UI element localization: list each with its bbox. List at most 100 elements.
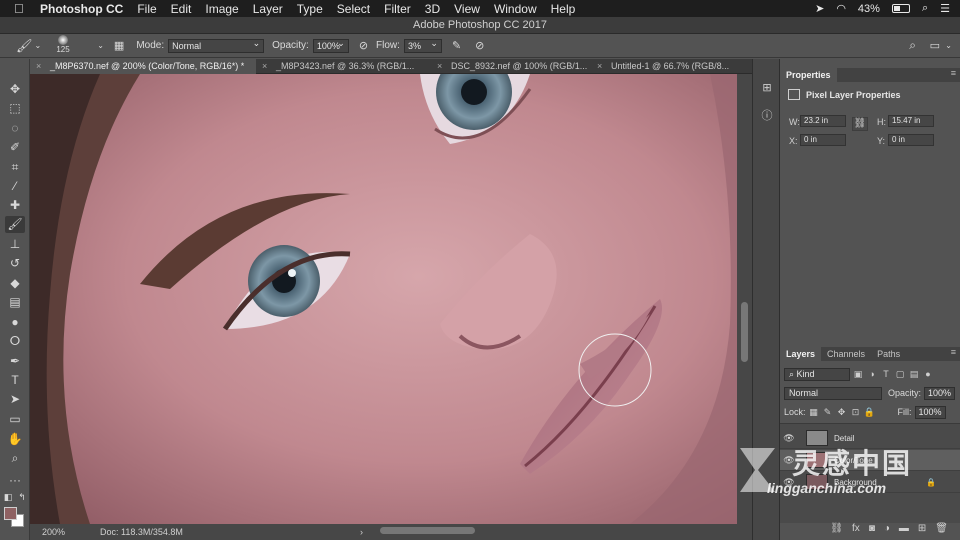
brush-preset-picker[interactable]: 125 xyxy=(56,35,70,57)
tab-layers[interactable]: Layers xyxy=(780,347,822,361)
filter-shape-icon[interactable]: ▢ xyxy=(894,369,906,380)
info-icon[interactable]: ⓘ xyxy=(760,109,774,123)
new-layer-icon[interactable]: ⊞ xyxy=(918,523,926,534)
height-field[interactable]: 15.47 in xyxy=(888,115,934,127)
menu-select[interactable]: Select xyxy=(337,2,370,16)
new-adjustment-icon[interactable]: ◑ xyxy=(884,523,890,534)
new-group-icon[interactable]: ▬ xyxy=(899,523,909,534)
layer-row-background[interactable]: 👁 Background 🔒 xyxy=(780,472,960,493)
filter-smart-object-icon[interactable]: ▤ xyxy=(908,369,920,380)
eraser-tool-icon[interactable]: ◆ xyxy=(5,275,25,292)
layer-style-icon[interactable]: fx xyxy=(852,523,860,534)
brush-tool-preset-icon[interactable]: 🖌 xyxy=(16,38,33,54)
link-dimensions-icon[interactable]: ⛓ xyxy=(852,117,868,131)
close-icon[interactable]: × xyxy=(437,59,442,74)
y-field[interactable]: 0 in xyxy=(888,134,934,146)
lock-image-icon[interactable]: ✎ xyxy=(822,407,834,418)
close-icon[interactable]: × xyxy=(36,59,41,74)
x-field[interactable]: 0 in xyxy=(800,134,846,146)
workspace-icon[interactable]: ▭ xyxy=(930,39,940,52)
blend-mode-select[interactable]: Normal xyxy=(784,386,882,400)
filter-adjustment-icon[interactable]: ◑ xyxy=(866,369,878,379)
crop-tool-icon[interactable]: ⌗ xyxy=(5,159,25,176)
workspace-chevron-icon[interactable]: ⌄ xyxy=(945,41,952,50)
tab-document-3[interactable]: × DSC_8932.nef @ 100% (RGB/1... xyxy=(431,59,591,74)
pressure-size-icon[interactable]: ⊘ xyxy=(475,39,484,52)
tab-document-2[interactable]: × _M8P3423.nef @ 36.3% (RGB/1... xyxy=(256,59,431,74)
type-tool-icon[interactable]: T xyxy=(5,372,25,389)
horizontal-scrollbar-thumb[interactable] xyxy=(380,527,475,534)
menu-3d[interactable]: 3D xyxy=(425,2,440,16)
swap-colors-icon[interactable]: ↰ xyxy=(17,489,27,506)
quick-select-tool-icon[interactable]: ✐ xyxy=(5,139,25,156)
visibility-eye-icon[interactable]: 👁 xyxy=(780,455,798,466)
spotlight-icon[interactable]: ⌕ xyxy=(922,2,928,15)
foreground-color-swatch[interactable] xyxy=(4,507,17,520)
opacity-input[interactable]: 100% xyxy=(312,37,349,53)
filter-kind-select[interactable]: ⌕ Kind xyxy=(784,367,850,381)
path-selection-tool-icon[interactable]: ➤ xyxy=(5,391,25,408)
chevron-down-icon[interactable]: ⌄ xyxy=(35,41,42,50)
menu-view[interactable]: View xyxy=(454,2,480,16)
visibility-eye-icon[interactable]: 👁 xyxy=(780,433,798,444)
flow-input[interactable]: 3% xyxy=(403,37,442,53)
width-field[interactable]: 23.2 in xyxy=(800,115,846,127)
pressure-opacity-icon[interactable]: ⊘ xyxy=(359,39,368,52)
filter-type-icon[interactable]: T xyxy=(880,369,892,379)
layer-name[interactable]: Background xyxy=(834,478,877,487)
history-brush-tool-icon[interactable]: ↺ xyxy=(5,255,25,272)
tab-paths[interactable]: Paths xyxy=(871,347,906,361)
blur-tool-icon[interactable]: ● xyxy=(5,314,25,331)
layer-name[interactable]: Detail xyxy=(834,434,854,443)
zoom-tool-icon[interactable]: ⌕ xyxy=(5,450,25,467)
brush-picker-chevron-icon[interactable]: ⌄ xyxy=(97,41,104,50)
close-icon[interactable]: × xyxy=(597,59,602,74)
lock-all-icon[interactable]: 🔒 xyxy=(864,407,876,418)
mode-select[interactable]: Normal xyxy=(168,37,265,53)
layer-row-color-tone[interactable]: 👁 Color/Tone xyxy=(780,450,960,471)
close-icon[interactable]: × xyxy=(262,59,267,74)
scrollbar-thumb[interactable] xyxy=(741,302,748,362)
filter-pixel-icon[interactable]: ▣ xyxy=(852,369,864,380)
layers-menu-icon[interactable]: ≡ xyxy=(951,347,956,357)
menu-app-name[interactable]: Photoshop CC xyxy=(40,2,123,16)
pen-tool-icon[interactable]: ✒ xyxy=(5,353,25,370)
move-tool-icon[interactable]: ✥ xyxy=(5,81,25,98)
visibility-eye-icon[interactable]: 👁 xyxy=(780,477,798,488)
marquee-tool-icon[interactable]: ⬚ xyxy=(5,100,25,117)
apple-icon[interactable]:  xyxy=(14,1,28,16)
menu-help[interactable]: Help xyxy=(551,2,576,16)
eyedropper-tool-icon[interactable]: ⁄ xyxy=(5,178,25,195)
notification-center-icon[interactable]: ☰ xyxy=(940,2,950,15)
menu-type[interactable]: Type xyxy=(297,2,323,16)
wifi-icon[interactable]: ◠ xyxy=(836,2,846,15)
airbrush-icon[interactable]: ✎ xyxy=(452,39,461,52)
filter-toggle-icon[interactable]: ● xyxy=(922,369,934,379)
document-canvas[interactable] xyxy=(30,74,737,524)
link-layers-icon[interactable]: ⛓ xyxy=(830,523,843,534)
panel-menu-icon[interactable]: ≡ xyxy=(951,68,956,78)
menu-filter[interactable]: Filter xyxy=(384,2,411,16)
gradient-tool-icon[interactable]: ▤ xyxy=(5,294,25,311)
brush-panel-toggle-icon[interactable]: ▦ xyxy=(114,39,124,52)
rectangle-tool-icon[interactable]: ▭ xyxy=(5,411,25,428)
tab-document-1[interactable]: × _M8P6370.nef @ 200% (Color/Tone, RGB/1… xyxy=(30,59,256,74)
fill-input[interactable]: 100% xyxy=(914,405,946,419)
hand-tool-icon[interactable]: ✋ xyxy=(5,431,25,448)
zoom-level[interactable]: 200% xyxy=(30,527,90,537)
menu-image[interactable]: Image xyxy=(205,2,238,16)
menu-layer[interactable]: Layer xyxy=(253,2,283,16)
menu-edit[interactable]: Edit xyxy=(171,2,192,16)
menu-file[interactable]: File xyxy=(137,2,156,16)
menu-window[interactable]: Window xyxy=(494,2,537,16)
more-tools-icon[interactable]: ··· xyxy=(5,472,25,489)
delete-layer-icon[interactable]: 🗑 xyxy=(935,523,948,534)
search-icon[interactable]: ⌕ xyxy=(909,38,916,53)
default-colors-icon[interactable]: ◧ xyxy=(2,489,14,506)
add-mask-icon[interactable]: ◙ xyxy=(869,523,875,534)
location-icon[interactable]: ➤ xyxy=(815,2,824,15)
layer-opacity-input[interactable]: 100% xyxy=(924,386,956,400)
dodge-tool-icon[interactable]: ⵔ xyxy=(5,333,25,350)
tab-channels[interactable]: Channels xyxy=(821,347,871,361)
adjustments-icon[interactable]: ⊞ xyxy=(760,81,774,95)
